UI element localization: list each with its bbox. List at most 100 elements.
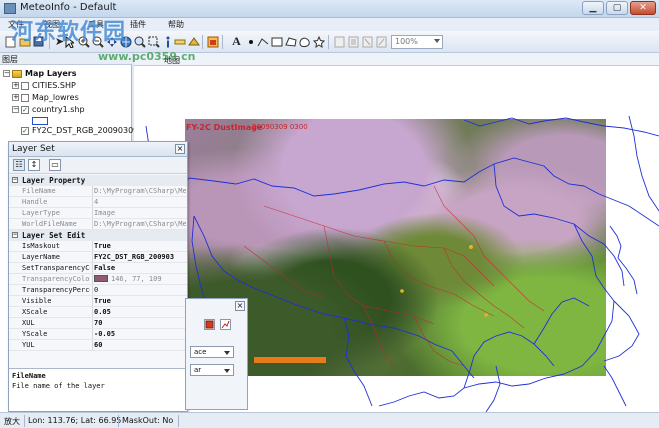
categorized-icon[interactable]: ☷	[13, 159, 25, 171]
property-description: FileName File name of the layer	[9, 368, 187, 411]
map-layers-group[interactable]: − Map Layers	[3, 68, 76, 79]
window-title: MeteoInfo - Default	[20, 2, 117, 13]
property-value: False	[94, 264, 116, 272]
property-row-worldfilename[interactable]: WorldFileName D:\MyProgram\CSharp\Me	[9, 219, 187, 230]
fit-page-icon[interactable]	[361, 35, 374, 48]
property-row-filename[interactable]: FileName D:\MyProgram\CSharp\Me	[9, 186, 187, 197]
country-legend-swatch	[32, 117, 48, 125]
property-row-xscale[interactable]: XScale 0.05	[9, 307, 187, 318]
zoom-level-select[interactable]: 100%	[391, 35, 443, 49]
layer-label: CITIES.SHP	[32, 81, 76, 90]
close-icon[interactable]: ×	[235, 301, 245, 311]
layer-item-country1[interactable]: − ✓ country1.shp	[12, 104, 85, 115]
property-value: 4	[94, 198, 99, 206]
page-setup-icon[interactable]	[333, 35, 346, 48]
category-label: Layer Property	[22, 176, 86, 185]
chevron-down-icon	[224, 369, 230, 373]
select-field-2[interactable]: ar	[190, 364, 234, 376]
actual-size-icon[interactable]	[375, 35, 388, 48]
layer-label: country1.shp	[32, 105, 85, 114]
circle-tool-icon[interactable]	[298, 35, 311, 48]
collapse-icon[interactable]: −	[12, 177, 18, 183]
category-layer-property[interactable]: − Layer Property	[9, 175, 187, 186]
maximize-button[interactable]: ▢	[606, 1, 628, 15]
measure-icon[interactable]	[173, 35, 186, 48]
property-value: 60	[94, 341, 103, 349]
minimize-button[interactable]: ▁	[582, 1, 604, 15]
layer-item-cities[interactable]: + CITIES.SHP	[12, 80, 76, 91]
polygon-tool-icon[interactable]	[284, 35, 297, 48]
property-value: True	[94, 242, 111, 250]
property-key: Visible	[22, 297, 52, 305]
chevron-down-icon	[224, 351, 230, 355]
select-field-1[interactable]: ace	[190, 346, 234, 358]
property-row-yscale[interactable]: YScale -0.05	[9, 329, 187, 340]
select-field-2-value: ar	[194, 366, 202, 374]
label-icon[interactable]	[187, 35, 200, 48]
chevron-down-icon	[434, 39, 440, 43]
property-key: TransparencyPerce	[22, 286, 90, 294]
property-row-ismaskout[interactable]: IsMaskout True	[9, 241, 187, 252]
status-coordinates: Lon: 113.76; Lat: 66.95	[28, 416, 122, 425]
rectangle-tool-icon[interactable]	[270, 35, 283, 48]
property-row-visible[interactable]: Visible True	[9, 296, 187, 307]
property-row-yul[interactable]: YUL 60	[9, 340, 187, 351]
legend-tab-label: 图层	[2, 55, 18, 64]
property-row-settransparency[interactable]: SetTransparencyCo False	[9, 263, 187, 274]
property-key: IsMaskout	[22, 242, 60, 250]
property-key: FileName	[22, 187, 56, 195]
layer-checkbox[interactable]: ✓	[21, 126, 29, 135]
property-key: WorldFileName	[22, 220, 77, 228]
property-pages-icon[interactable]: ▭	[49, 159, 61, 171]
property-value: 70	[94, 319, 103, 327]
expand-icon[interactable]: +	[12, 82, 19, 89]
alphabetical-icon[interactable]: ↕	[28, 159, 40, 171]
text-tool-icon[interactable]: A	[230, 35, 243, 48]
property-row-transparencycolor[interactable]: TransparencyColor 146, 77, 109	[9, 274, 187, 285]
star-tool-icon[interactable]	[312, 35, 325, 48]
image-legend-bar	[254, 357, 326, 363]
layer-checkbox[interactable]: ✓	[21, 105, 29, 114]
chart-icon[interactable]	[220, 319, 231, 330]
layer-set-title-bar[interactable]: Layer Set ×	[9, 142, 187, 157]
property-row-transparencypercent[interactable]: TransparencyPerce 0	[9, 285, 187, 296]
collapse-icon[interactable]: −	[3, 70, 10, 77]
property-row-layertype[interactable]: LayerType Image	[9, 208, 187, 219]
status-mode: 放大	[4, 417, 20, 426]
menu-plugins[interactable]: 插件	[130, 19, 146, 30]
property-row-layername[interactable]: LayerName FY2C_DST_RGB_200903	[9, 252, 187, 263]
layer-item-map-lowres[interactable]: + Map_lowres	[12, 92, 79, 103]
close-icon[interactable]: ×	[175, 144, 185, 154]
layer-property-icon[interactable]	[206, 35, 219, 48]
property-row-xul[interactable]: XUL 70	[9, 318, 187, 329]
property-value: True	[94, 297, 111, 305]
layer-checkbox[interactable]	[21, 93, 29, 102]
category-label: Layer Set Edit	[22, 231, 86, 240]
polyline-tool-icon[interactable]	[256, 35, 269, 48]
layer-property-icon[interactable]	[204, 319, 215, 330]
collapse-icon[interactable]: −	[12, 106, 19, 113]
layer-item-fy2c[interactable]: ✓ FY2C_DST_RGB_20090309	[21, 125, 138, 136]
watermark-url: www.pc0359.cn	[98, 50, 196, 63]
layout-icon[interactable]	[347, 35, 360, 48]
property-row-handle[interactable]: Handle 4	[9, 197, 187, 208]
menu-help[interactable]: 帮助	[168, 19, 184, 30]
property-key: YScale	[22, 330, 48, 338]
category-layer-set-edit[interactable]: − Layer Set Edit	[9, 230, 187, 241]
description-title: FileName	[12, 372, 46, 380]
property-value: -0.05	[94, 330, 116, 338]
property-key: XUL	[22, 319, 35, 327]
map-view-tab[interactable]: 地图	[134, 53, 659, 66]
layer-checkbox[interactable]	[21, 81, 29, 90]
layer-set-dialog: Layer Set × ☷ ↕ ▭ − Layer Property FileNa…	[8, 141, 188, 412]
collapse-icon[interactable]: −	[12, 232, 18, 238]
expand-icon[interactable]: +	[12, 94, 19, 101]
property-key: Handle	[22, 198, 48, 206]
property-value: Image	[94, 209, 116, 217]
layer-label: Map_lowres	[32, 93, 79, 102]
zoom-layer-icon[interactable]	[133, 35, 146, 48]
layer-label: FY2C_DST_RGB_20090309	[32, 126, 139, 135]
color-swatch[interactable]	[94, 275, 108, 282]
zoom-selection-icon[interactable]	[147, 35, 160, 48]
close-button[interactable]: ✕	[630, 1, 656, 15]
